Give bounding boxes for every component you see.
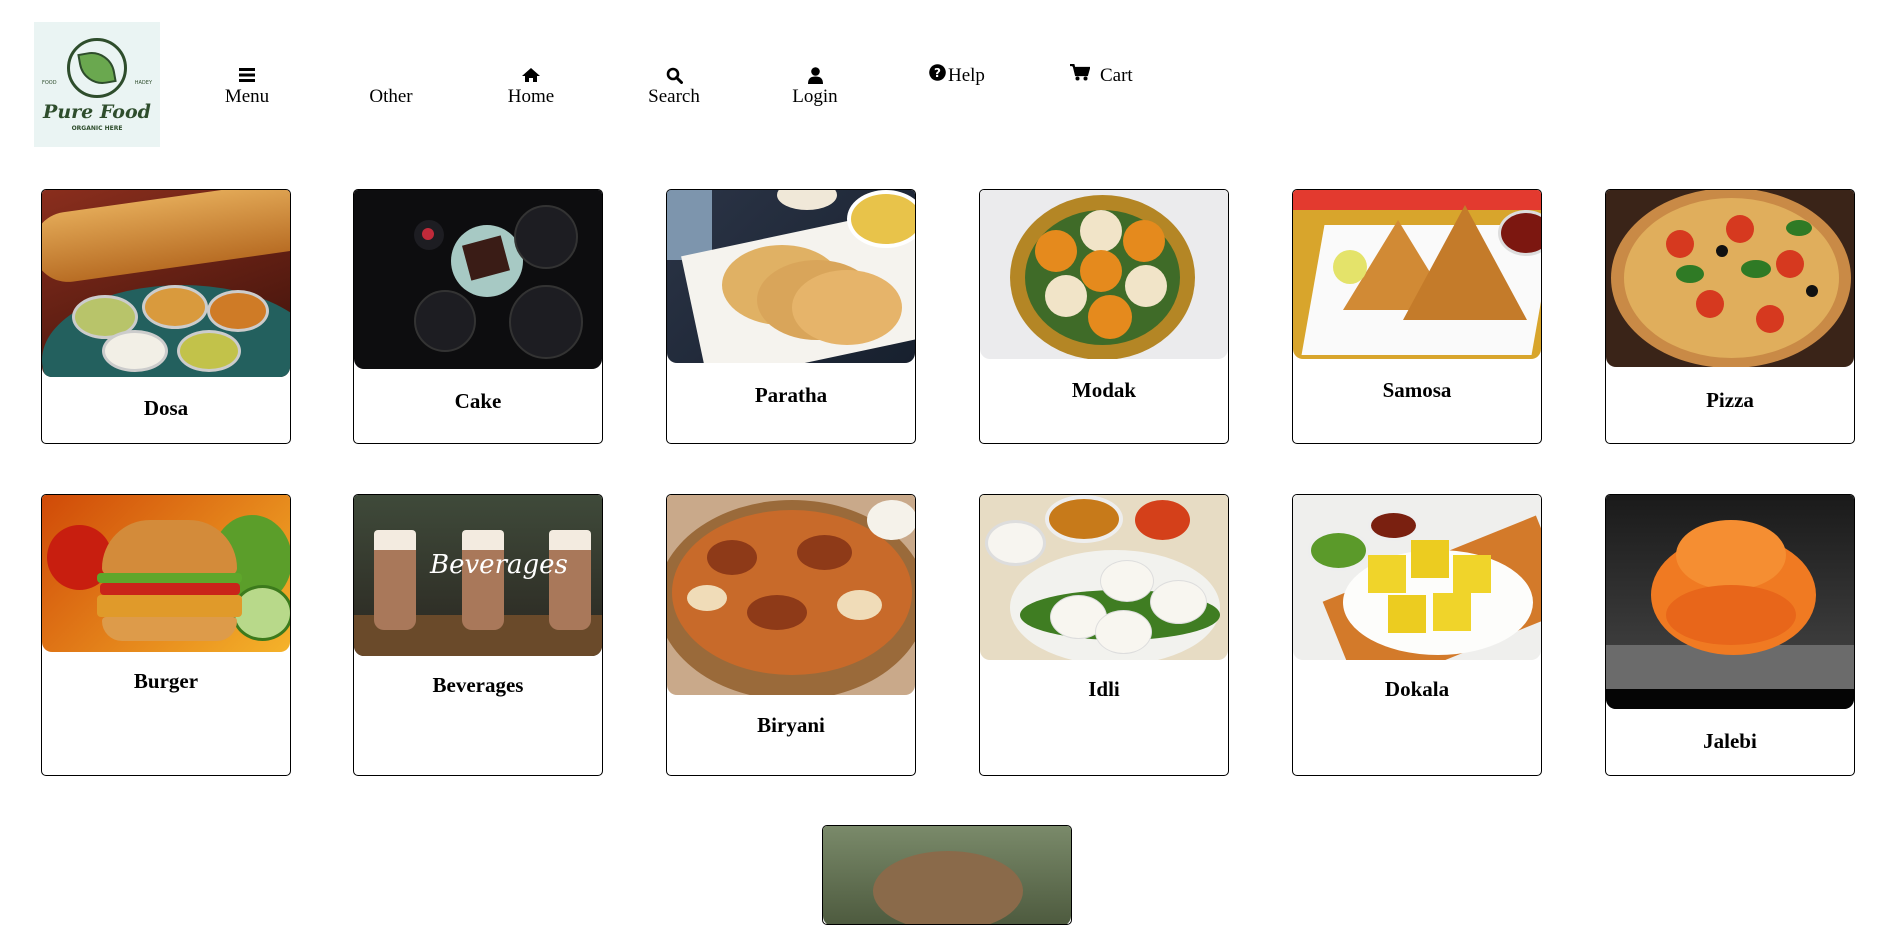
logo-left-text: FOOD [42, 80, 57, 86]
product-name: Burger [133, 669, 199, 693]
product-name: Modak [1071, 378, 1137, 402]
logo-tagline: ORGANIC HERE [71, 124, 123, 132]
product-name: Cake [454, 389, 502, 413]
logo-right-text: HADEY [134, 80, 152, 86]
nav-menu-label: Menu [224, 86, 270, 107]
product-card-dokala[interactable]: Dokala [1292, 494, 1542, 776]
dokala-image [1293, 495, 1541, 660]
nav-other[interactable]: Other [364, 64, 418, 108]
biryani-image [667, 495, 915, 695]
bars-icon [239, 64, 255, 86]
nav-home-label: Home [507, 86, 555, 107]
partial-product-image [823, 826, 1071, 924]
nav-menu[interactable]: Menu [222, 64, 272, 108]
pizza-image [1606, 190, 1854, 367]
nav-search-label: Search [648, 86, 700, 107]
user-icon [807, 64, 823, 86]
product-card-pizza[interactable]: Pizza [1605, 189, 1855, 444]
product-card-dosa[interactable]: Dosa [41, 189, 291, 444]
idli-image [980, 495, 1228, 660]
nav-help-label: Help [948, 64, 985, 86]
product-name: Idli [1088, 677, 1120, 701]
burger-image [42, 495, 290, 652]
nav-home[interactable]: Home [504, 64, 558, 108]
product-name: Samosa [1382, 378, 1452, 402]
search-icon [666, 64, 683, 86]
product-card-partial[interactable] [822, 825, 1072, 925]
product-name: Biryani [757, 713, 825, 737]
paratha-image [667, 190, 915, 363]
product-card-idli[interactable]: Idli [979, 494, 1229, 776]
brand-logo[interactable]: FOOD HADEY Pure Food ORGANIC HERE [34, 22, 160, 147]
dosa-image [42, 190, 290, 377]
product-name: Dosa [143, 396, 189, 420]
product-name: Jalebi [1703, 729, 1757, 753]
nav-cart[interactable]: Cart [1070, 63, 1133, 87]
svg-text:?: ? [934, 66, 941, 80]
product-card-paratha[interactable]: Paratha [666, 189, 916, 444]
product-name: Dokala [1384, 677, 1450, 701]
jalebi-image [1606, 495, 1854, 709]
product-card-cake[interactable]: Cake [353, 189, 603, 444]
cake-image [354, 190, 602, 369]
product-card-samosa[interactable]: Samosa [1292, 189, 1542, 444]
nav-login-label: Login [792, 86, 838, 107]
nav-other-label: Other [369, 86, 413, 107]
product-name: Beverages [432, 673, 524, 697]
samosa-image [1293, 190, 1541, 359]
beverages-image: Beverages [354, 495, 602, 656]
nav-cart-label: Cart [1100, 64, 1133, 86]
product-name: Paratha [754, 383, 828, 407]
product-card-jalebi[interactable]: Jalebi [1605, 494, 1855, 776]
product-name: Pizza [1706, 388, 1754, 412]
logo-brand-name: Pure Food [43, 100, 151, 123]
nav-help[interactable]: ? Help [929, 64, 985, 87]
nav-login[interactable]: Login [788, 64, 842, 108]
cart-icon [1070, 63, 1091, 87]
leaf-icon [67, 37, 127, 98]
question-circle-icon: ? [929, 64, 946, 87]
modak-image [980, 190, 1228, 359]
product-card-burger[interactable]: Burger [41, 494, 291, 776]
product-card-biryani[interactable]: Biryani [666, 494, 916, 776]
nav-search[interactable]: Search [644, 64, 704, 108]
product-card-beverages[interactable]: Beverages Beverages [353, 494, 603, 776]
home-icon [521, 64, 541, 86]
product-card-modak[interactable]: Modak [979, 189, 1229, 444]
beverages-overlay-text: Beverages [430, 550, 568, 580]
